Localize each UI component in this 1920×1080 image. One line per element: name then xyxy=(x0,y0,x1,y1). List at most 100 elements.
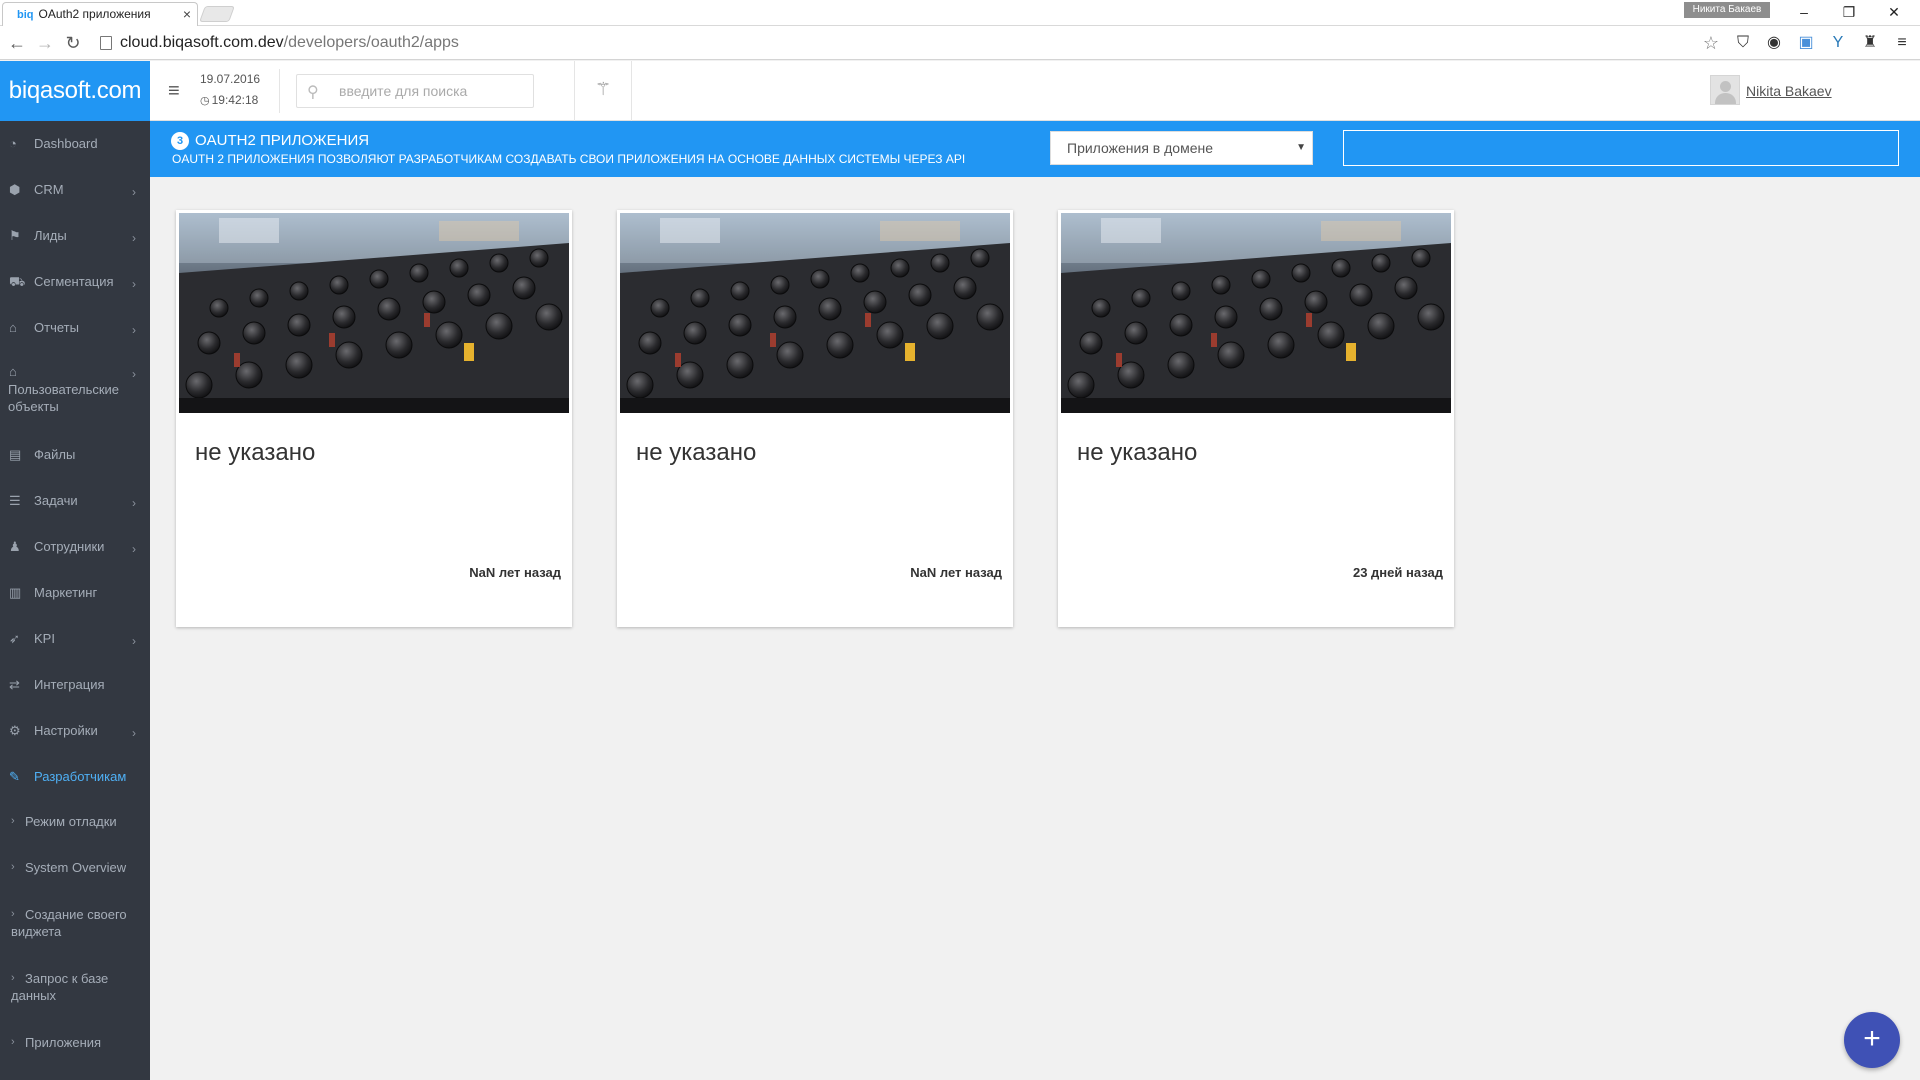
chevron-right-icon: › xyxy=(132,726,136,740)
users-icon: ♟ xyxy=(9,539,21,554)
window-close-icon[interactable]: ✕ xyxy=(1871,0,1917,24)
file-icon: ▤ xyxy=(9,447,22,462)
bar-chart-icon: ▥ xyxy=(9,585,22,600)
sidebar-subitem-label: Приложения xyxy=(25,1035,102,1050)
domain-select-value: Приложения в домене xyxy=(1067,140,1214,156)
browser-profile-chip[interactable]: Никита Бакаев xyxy=(1684,2,1770,18)
sidebar-item-label: Маркетинг xyxy=(34,585,98,600)
rocket-icon: ➶ xyxy=(9,631,20,646)
app-card[interactable]: не указано 23 дней назад xyxy=(1058,210,1454,627)
sidebar-subitem-label: System Overview xyxy=(25,860,127,875)
sidebar-item-label: Файлы xyxy=(34,447,76,462)
tab-close-icon[interactable]: × xyxy=(183,3,191,25)
user-name-link[interactable]: Nikita Bakaev xyxy=(1746,83,1832,99)
restore-icon[interactable]: ❐ xyxy=(1826,0,1872,24)
bank-icon: ⌂ xyxy=(9,364,17,379)
search-input[interactable] xyxy=(339,81,519,101)
app-card-title: не указано xyxy=(195,439,316,466)
cart-icon: ⛟ xyxy=(9,274,26,289)
page-subtitle: OAUTH 2 ПРИЛОЖЕНИЯ ПОЗВОЛЯЮТ РАЗРАБОТЧИК… xyxy=(172,152,966,166)
address-bar[interactable]: cloud.biqasoft.com.dev/developers/oauth2… xyxy=(98,30,1698,56)
app-card-time: NaN лет назад xyxy=(469,565,561,580)
sidebar-item-label: Сегментация xyxy=(34,274,114,289)
exchange-icon: ⇄ xyxy=(9,677,20,692)
chevron-right-icon: › xyxy=(132,367,136,381)
chevron-right-icon: › xyxy=(11,1036,15,1048)
caret-down-icon: ▼ xyxy=(1296,142,1306,153)
app-card-title: не указано xyxy=(636,439,757,466)
sidebar-item-label: Задачи xyxy=(34,493,78,508)
chevron-right-icon: › xyxy=(132,496,136,510)
search-icon: ⚲ xyxy=(307,84,319,101)
wrench-icon: ✎ xyxy=(9,769,20,784)
browser-menu-icon[interactable]: ≡ xyxy=(1892,33,1912,53)
app-card-image xyxy=(620,213,1010,413)
sidebar-item-label: Интеграция xyxy=(34,677,105,692)
page-icon xyxy=(100,36,112,50)
browser-toolbar: ← → ↻ cloud.biqasoft.com.dev/developers/… xyxy=(0,26,1920,60)
back-icon[interactable]: ← xyxy=(6,32,28,54)
bank-icon: ⌂ xyxy=(9,320,17,335)
app-card[interactable]: не указано NaN лет назад xyxy=(176,210,572,627)
add-app-button[interactable]: + xyxy=(1844,1012,1900,1068)
browser-tab[interactable]: biq OAuth2 приложения × xyxy=(2,2,198,26)
filter-input[interactable] xyxy=(1343,130,1899,166)
app-card-image xyxy=(179,213,569,413)
chevron-right-icon: › xyxy=(132,231,136,245)
url-path: /developers/oauth2/apps xyxy=(283,34,459,51)
flag-icon: ⚑ xyxy=(9,228,21,243)
clock-icon: ◷ xyxy=(200,95,210,107)
domain-select[interactable]: Приложения в домене ▼ xyxy=(1050,131,1313,165)
sidebar-item-label: Отчеты xyxy=(34,320,79,335)
app-card-title: не указано xyxy=(1077,439,1198,466)
app-topbar: ≡ 19.07.2016 ◷19:42:18 ⚲ ⚚ Nikita Bakaev xyxy=(150,61,1920,121)
chevron-right-icon: › xyxy=(132,542,136,556)
cube-icon: ⬢ xyxy=(9,182,21,197)
wand-button[interactable]: ⚚ xyxy=(574,61,632,121)
star-icon[interactable]: ☆ xyxy=(1701,33,1721,53)
current-date: 19.07.2016 xyxy=(200,72,261,86)
new-tab-button[interactable] xyxy=(199,6,235,22)
sidebar-subitem-label: Запрос к базе данных xyxy=(11,971,109,1003)
search-box[interactable]: ⚲ xyxy=(296,74,534,108)
sidebar-item-label: Настройки xyxy=(34,723,98,738)
tab-title: OAuth2 приложения xyxy=(38,7,151,21)
vpn-icon[interactable]: Y xyxy=(1828,33,1848,53)
minimize-icon[interactable]: – xyxy=(1781,0,1827,24)
page-title: OAUTH2 ПРИЛОЖЕНИЯ xyxy=(195,132,370,149)
app-card-time: 23 дней назад xyxy=(1352,565,1443,580)
sidebar-subitem-label: Создание своего виджета xyxy=(11,907,127,939)
sidebar-item-label: KPI xyxy=(34,631,55,646)
tasks-icon: ☰ xyxy=(9,493,21,508)
chevron-right-icon: › xyxy=(11,861,15,873)
chevron-right-icon: › xyxy=(132,323,136,337)
chevron-right-icon: › xyxy=(11,815,15,827)
sidebar-subitem-db-query[interactable]: › Запрос к базе данных xyxy=(0,970,150,1006)
sidebar-item-custom-objects[interactable]: ⌂ Пользовательские объекты › xyxy=(0,363,150,423)
sidebar-item-label: Пользовательские объекты xyxy=(8,382,120,414)
extension-icon[interactable]: ▣ xyxy=(1796,33,1816,53)
chevron-right-icon: › xyxy=(132,277,136,291)
adblock-icon[interactable]: ◉ xyxy=(1764,33,1784,53)
sidebar-item-label: Лиды xyxy=(34,228,67,243)
datetime: 19.07.2016 ◷ 19:42:18 xyxy=(200,69,280,113)
count-badge: 3 xyxy=(171,132,189,150)
app-card[interactable]: не указано NaN лет назад xyxy=(617,210,1013,627)
spy-icon[interactable]: ♜ xyxy=(1860,33,1880,53)
hamburger-icon[interactable]: ≡ xyxy=(168,81,180,101)
wand-icon: ⚚ xyxy=(595,79,612,99)
url-host: cloud.biqasoft.com.dev xyxy=(120,34,284,51)
forward-icon[interactable]: → xyxy=(34,32,56,54)
sidebar-subitem-label: Режим отладки xyxy=(25,814,117,829)
gear-icon: ⚙ xyxy=(9,723,21,738)
pocket-icon[interactable]: ⛉ xyxy=(1733,33,1753,53)
current-time-row: ◷ 19:42:18 xyxy=(200,90,279,112)
sidebar: ◔ Dashboard ⬢ CRM › ⚑ Лиды › ⛟ Сегментац… xyxy=(0,121,150,1080)
sidebar-subitem-create-widget[interactable]: › Создание своего виджета xyxy=(0,906,150,942)
reload-icon[interactable]: ↻ xyxy=(62,32,84,54)
chevron-right-icon: › xyxy=(132,185,136,199)
brand-logo[interactable]: biqasoft.com xyxy=(0,61,150,121)
browser-tabbar: biq OAuth2 приложения × Никита Бакаев – ❐… xyxy=(0,0,1920,26)
favicon: biq xyxy=(17,9,34,21)
avatar[interactable] xyxy=(1710,75,1740,105)
